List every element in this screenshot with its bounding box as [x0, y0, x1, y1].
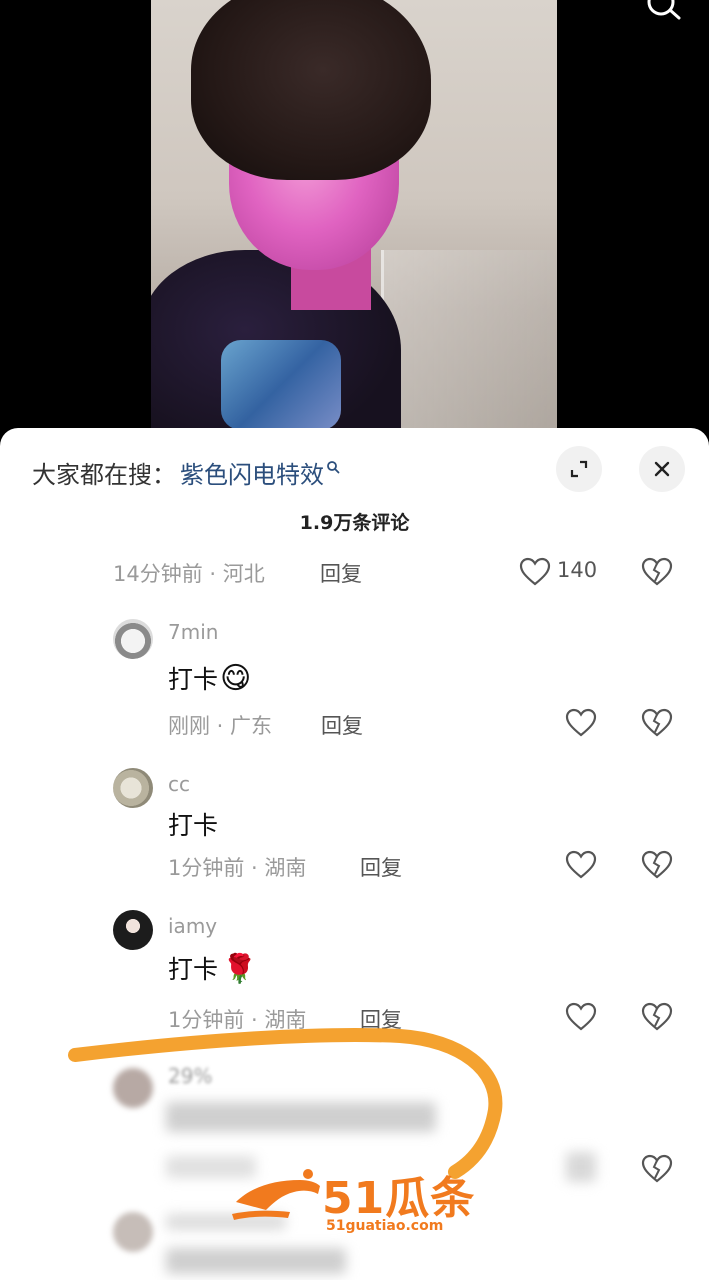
watermark: 51瓜条 51guatiao.com: [230, 1160, 490, 1240]
watermark-brand: 51瓜条: [322, 1173, 476, 1224]
watermark-url: 51guatiao.com: [326, 1218, 444, 1234]
watermark-logo-icon: [232, 1169, 320, 1220]
annotation-stroke: [68, 1027, 503, 1179]
